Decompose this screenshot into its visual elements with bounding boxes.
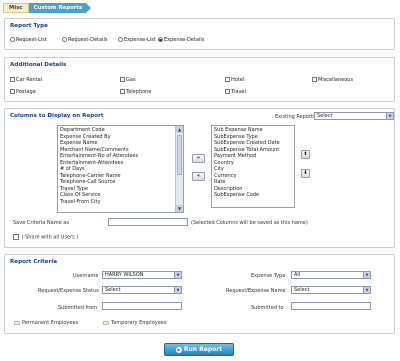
chevron-down-icon: ▼ <box>174 287 181 293</box>
radio-label: Request-List <box>16 37 47 43</box>
request-status-select[interactable]: Select ▼ <box>102 286 182 294</box>
username-value: HARRY WILSON <box>105 272 144 278</box>
chevron-down-icon: ▼ <box>363 287 370 293</box>
checkbox-label: Gas <box>126 77 136 83</box>
save-criteria-input[interactable] <box>108 218 188 226</box>
move-up-button[interactable]: ⬆ <box>301 150 310 159</box>
checkbox-label: Postage <box>16 89 36 95</box>
legend-permanent-label: Permanent Employees <box>22 320 79 326</box>
radio-expense-list[interactable]: Expense-List <box>118 37 156 43</box>
checkbox-label: Miscellaneous <box>318 77 354 83</box>
move-left-button[interactable]: « <box>192 172 205 181</box>
checkbox-label: Travel <box>231 89 246 95</box>
submitted-from-input[interactable] <box>102 302 182 310</box>
existing-reports-select[interactable]: Select ▼ <box>314 112 394 120</box>
share-checkbox[interactable]: ( Share with all Users ) <box>13 234 78 241</box>
scroll-thumb[interactable] <box>177 135 182 175</box>
request-name-label: Request/Expense Name <box>226 288 286 294</box>
checkbox-label: Car Rental <box>16 77 43 83</box>
save-hint: (Selected Columns will be saved as this … <box>191 220 308 226</box>
expense-type-value: All <box>294 272 301 278</box>
run-report-button[interactable]: ▶ Run Report <box>164 343 234 356</box>
expense-type-label: Expense Type <box>251 273 286 279</box>
radio-request-details[interactable]: Request-Details <box>62 37 107 43</box>
radio-expense-details[interactable]: Expense-Details <box>158 37 204 43</box>
columns-title: Columns to Display on Report <box>10 113 104 119</box>
move-right-button[interactable]: » <box>192 154 205 163</box>
submitted-from-label: Submitted from <box>58 305 98 311</box>
legend-temporary-swatch <box>103 320 109 325</box>
checkbox-car-rental[interactable]: Car Rental <box>10 77 42 83</box>
request-status-label: Request/Expense Status <box>38 288 99 294</box>
legend-temporary-label: Temporary Employees <box>111 320 167 326</box>
submitted-to-label: Submitted to <box>251 305 284 311</box>
username-select[interactable]: HARRY WILSON ▼ <box>102 271 182 279</box>
checkbox-label: Hotel <box>231 77 245 83</box>
breadcrumb: Misc Custom Reports <box>3 3 91 13</box>
checkbox-gas[interactable]: Gas <box>120 77 136 83</box>
checkbox-miscellaneous[interactable]: Miscellaneous <box>312 77 353 83</box>
run-report-label: Run Report <box>183 346 223 353</box>
legend-permanent-swatch <box>14 320 20 325</box>
scroll-down-icon[interactable]: ▼ <box>176 205 183 212</box>
request-name-value: Select <box>294 287 310 293</box>
scroll-up-icon[interactable]: ▲ <box>176 126 183 133</box>
list-item[interactable]: Travel-From City <box>60 199 175 206</box>
submitted-to-input[interactable] <box>291 302 371 310</box>
radio-request-list[interactable]: Request-List <box>10 37 47 43</box>
columns-panel: Columns to Display on Report Existing Re… <box>4 108 395 248</box>
breadcrumb-current: Custom Reports <box>28 3 91 13</box>
breadcrumb-misc[interactable]: Misc <box>3 3 29 13</box>
request-status-value: Select <box>105 287 121 293</box>
available-columns-list[interactable]: Department Code Expense Created By Expense… <box>57 125 184 213</box>
checkbox-postage[interactable]: Postage <box>10 89 36 95</box>
run-icon: ▶ <box>175 346 182 353</box>
existing-reports-label: Existing Reports <box>275 114 316 120</box>
report-criteria-title: Report Criteria <box>10 259 58 265</box>
additional-details-title: Additional Details <box>10 62 67 68</box>
request-name-select[interactable]: Select ▼ <box>291 286 371 294</box>
checkbox-travel[interactable]: Travel <box>225 89 246 95</box>
existing-reports-value: Select <box>317 113 333 119</box>
legend-temporary: Temporary Employees <box>103 320 166 326</box>
radio-label: Expense-Details <box>164 37 205 43</box>
checkbox-label: Telephone <box>126 89 152 95</box>
move-down-button[interactable]: ⬇ <box>301 169 310 178</box>
username-label: Username <box>73 273 99 279</box>
checkbox-hotel[interactable]: Hotel <box>225 77 244 83</box>
save-criteria-label: Save Criteria Name as <box>13 220 69 226</box>
additional-details-panel: Additional Details Car Rental Gas Hotel … <box>4 57 395 102</box>
list-item[interactable]: SubExpense Code <box>214 192 294 199</box>
chevron-down-icon: ▼ <box>174 272 181 278</box>
radio-label: Request-Details <box>68 37 108 43</box>
expense-type-select[interactable]: All ▼ <box>291 271 371 279</box>
selected-columns-list[interactable]: Sub Expense Name SubExpense Type SubExpens… <box>211 125 295 208</box>
report-type-title: Report Type <box>10 23 48 29</box>
legend-permanent: Permanent Employees <box>14 320 78 326</box>
checkbox-telephone[interactable]: Telephone <box>120 89 151 95</box>
radio-label: Expense-List <box>124 37 156 43</box>
report-type-panel: Report Type Request-List Request-Details… <box>4 18 395 50</box>
report-criteria-panel: Report Criteria Username HARRY WILSON ▼ … <box>4 254 395 334</box>
available-scrollbar[interactable]: ▲ ▼ <box>175 126 183 212</box>
share-label: ( Share with all Users ) <box>21 234 79 241</box>
chevron-down-icon: ▼ <box>363 272 370 278</box>
chevron-down-icon: ▼ <box>386 113 393 119</box>
